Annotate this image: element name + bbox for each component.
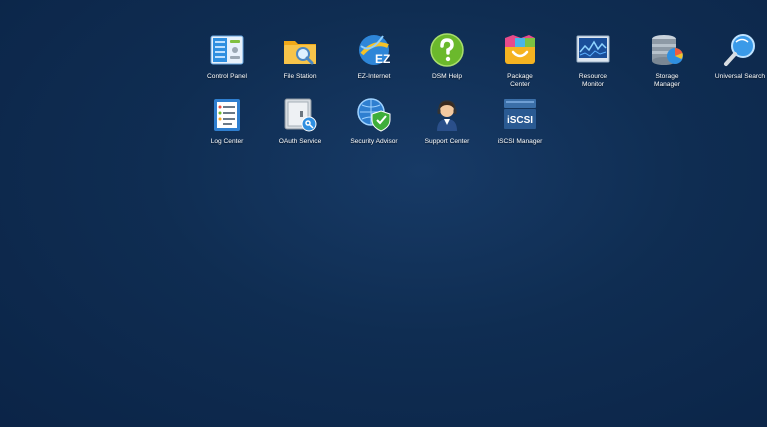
app-label: DSM Help: [431, 73, 463, 80]
app-ez-internet[interactable]: EZ EZ-Internet: [336, 32, 412, 81]
app-label: Storage Manager: [653, 73, 681, 88]
app-label: Support Center: [424, 138, 470, 145]
app-package-center[interactable]: Package Center: [482, 32, 558, 88]
app-label: Log Center: [210, 138, 244, 145]
app-dsm-help[interactable]: DSM Help: [409, 32, 485, 81]
ez-text: EZ: [375, 52, 390, 66]
question-mark-icon: [429, 32, 465, 68]
log-clipboard-icon: [209, 97, 245, 133]
database-pie-icon: [649, 32, 685, 68]
app-label: Security Advisor: [350, 138, 398, 145]
control-panel-icon: [209, 32, 245, 68]
monitor-graph-icon: [575, 32, 611, 68]
app-file-station[interactable]: File Station: [262, 32, 338, 81]
app-security-advisor[interactable]: Security Advisor: [336, 97, 412, 146]
desktop: Control Panel File Station EZ EZ-Interne…: [0, 0, 767, 427]
app-label: Package Center: [507, 73, 533, 88]
package-bag-icon: [502, 32, 538, 68]
ez-globe-icon: EZ: [356, 32, 392, 68]
app-label: Universal Search: [714, 73, 766, 80]
app-control-panel[interactable]: Control Panel: [189, 32, 265, 81]
app-iscsi-manager[interactable]: iSCSI iSCSI Manager: [482, 97, 558, 146]
app-oauth-service[interactable]: OAuth Service: [262, 97, 338, 146]
app-universal-search[interactable]: Universal Search: [702, 32, 767, 81]
globe-shield-icon: [356, 97, 392, 133]
app-label: EZ-Internet: [357, 73, 391, 80]
support-person-icon: [429, 97, 465, 133]
app-label: Resource Monitor: [578, 73, 608, 88]
iscsi-text: iSCSI: [507, 115, 533, 126]
app-label: OAuth Service: [278, 138, 322, 145]
app-label: Control Panel: [207, 73, 247, 80]
app-label: iSCSI Manager: [497, 138, 543, 145]
app-resource-monitor[interactable]: Resource Monitor: [555, 32, 631, 88]
app-log-center[interactable]: Log Center: [189, 97, 265, 146]
folder-search-icon: [282, 32, 318, 68]
magnifier-icon: [722, 32, 758, 68]
app-label: File Station: [283, 73, 317, 80]
safe-key-icon: [282, 97, 318, 133]
app-storage-manager[interactable]: Storage Manager: [629, 32, 705, 88]
iscsi-server-icon: iSCSI: [502, 97, 538, 133]
app-support-center[interactable]: Support Center: [409, 97, 485, 146]
